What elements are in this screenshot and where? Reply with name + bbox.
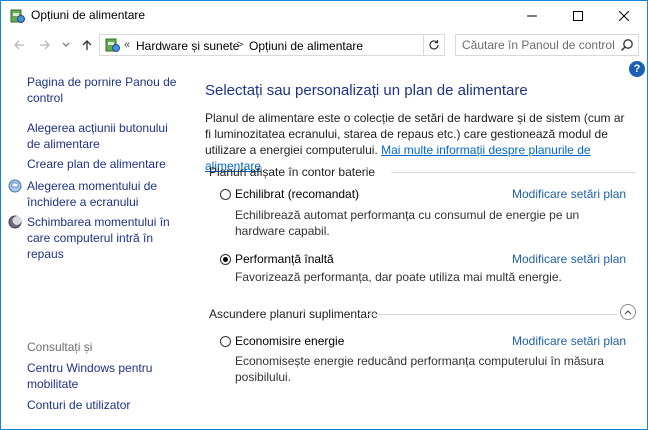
plan-high-performance-change-settings-link[interactable]: Modificare setări plan (512, 252, 626, 266)
plan-balanced-name[interactable]: Echilibrat (recomandat) (235, 187, 359, 201)
plan-power-saver-description: Economisește energie reducând performanț… (235, 354, 604, 384)
group-divider (367, 314, 617, 315)
plan-power-saver-radio[interactable] (220, 336, 231, 347)
search-icon (620, 39, 633, 52)
chevron-down-icon (62, 42, 70, 47)
search-input[interactable] (456, 35, 622, 55)
search-box[interactable] (455, 34, 639, 56)
control-panel-window: Opțiuni de alimentare « Hardware și sune… (0, 0, 648, 430)
plan-high-performance-description: Favorizează performanța, dar poate utili… (235, 270, 562, 284)
plan-power-saver-change-settings-link[interactable]: Modificare setări plan (512, 334, 626, 348)
moon-icon (8, 215, 22, 229)
question-mark-icon: ? (633, 63, 641, 75)
plan-balanced-description: Echilibrează automat performanța cu cons… (235, 208, 580, 238)
maximize-button[interactable] (555, 1, 601, 31)
recent-locations-button[interactable] (59, 35, 73, 55)
breadcrumb-hardware-and-sound[interactable]: Hardware și sunete (136, 39, 239, 53)
group-divider (391, 172, 636, 173)
title-bar: Opțiuni de alimentare (1, 1, 647, 31)
navigation-bar: « Hardware și sunete > Opțiuni de alimen… (1, 31, 647, 59)
help-button[interactable]: ? (629, 61, 645, 77)
group-battery-meter-label: Planuri afișate în contor baterie (209, 165, 376, 179)
refresh-icon (429, 40, 439, 50)
arrow-left-icon (14, 40, 24, 50)
close-button[interactable] (601, 1, 647, 31)
power-options-icon (10, 9, 25, 23)
window-title: Opțiuni de alimentare (31, 8, 146, 22)
sidebar-power-button-action[interactable]: Alegerea acțiunii butonului de alimentar… (27, 120, 182, 152)
plan-high-performance-name[interactable]: Performanță înaltă (235, 252, 334, 266)
sidebar-turn-off-display[interactable]: Alegerea momentului de închidere a ecran… (27, 178, 177, 210)
collapse-button[interactable] (620, 304, 636, 320)
close-icon (619, 11, 629, 21)
forward-button[interactable] (35, 35, 55, 55)
arrow-up-icon (82, 40, 92, 50)
power-options-icon (105, 38, 120, 52)
plan-balanced-change-settings-link[interactable]: Modificare setări plan (512, 187, 626, 201)
arrow-right-icon (40, 40, 50, 50)
breadcrumb-power-options[interactable]: Opțiuni de alimentare (249, 39, 363, 53)
see-also-heading: Consultați și (27, 340, 93, 354)
plan-balanced-radio[interactable] (220, 189, 231, 200)
maximize-icon (573, 11, 583, 21)
back-button[interactable] (9, 35, 29, 55)
sidebar-control-panel-home[interactable]: Pagina de pornire Panou de control (27, 74, 177, 106)
plan-power-saver-name[interactable]: Economisire energie (235, 334, 344, 348)
chevron-up-icon (624, 310, 632, 315)
minimize-icon (527, 15, 537, 17)
sidebar-create-power-plan[interactable]: Creare plan de alimentare (27, 156, 187, 172)
minimize-button[interactable] (509, 1, 555, 31)
display-icon (8, 179, 22, 193)
group-hidden-plans-label[interactable]: Ascundere planuri suplimentare (209, 307, 378, 321)
breadcrumb-separator[interactable]: > (237, 39, 243, 51)
address-bar[interactable]: « Hardware și sunete > Opțiuni de alimen… (99, 34, 445, 56)
plan-high-performance-radio[interactable] (220, 254, 231, 265)
breadcrumb-overflow[interactable]: « (124, 39, 130, 51)
page-title: Selectați sau personalizați un plan de a… (205, 82, 528, 99)
sidebar-user-accounts[interactable]: Conturi de utilizator (27, 397, 177, 413)
up-button[interactable] (77, 35, 97, 55)
refresh-button[interactable] (423, 35, 444, 55)
sidebar-windows-mobility-center[interactable]: Centru Windows pentru mobilitate (27, 360, 177, 392)
sidebar-change-sleep-time[interactable]: Schimbarea momentului în care computerul… (27, 214, 187, 262)
